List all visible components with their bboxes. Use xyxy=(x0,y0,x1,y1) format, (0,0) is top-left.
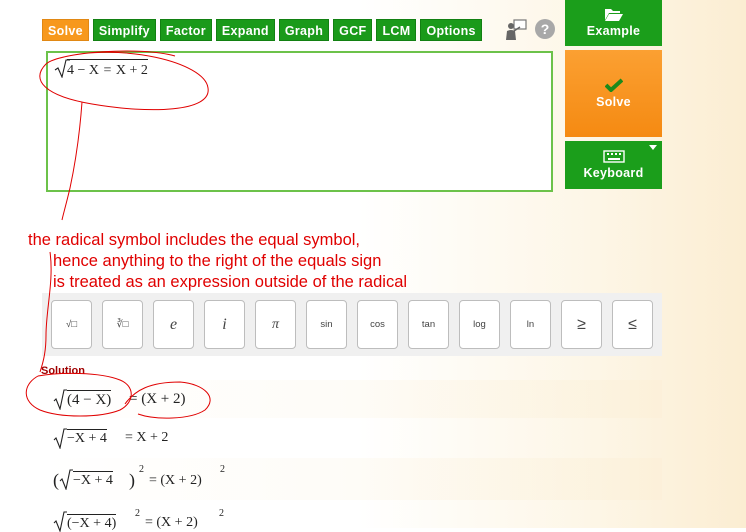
e-key[interactable]: e xyxy=(153,300,194,349)
keyboard-icon xyxy=(602,150,625,163)
annotation-line-3: is treated as an expression outside of t… xyxy=(53,273,408,291)
step2-radicand: −X + 4 xyxy=(67,429,107,446)
lcm-tab[interactable]: LCM xyxy=(376,19,417,41)
editor-rhs: X + 2 xyxy=(115,63,148,78)
equation-input[interactable]: 4 − X = X + 2 xyxy=(46,51,553,192)
sin-key[interactable]: sin xyxy=(306,300,347,349)
expand-tab[interactable]: Expand xyxy=(215,19,275,41)
options-tab[interactable]: Options xyxy=(420,19,482,41)
graph-tab[interactable]: Graph xyxy=(278,19,330,41)
annotation-note: the radical symbol includes the equal sy… xyxy=(28,230,407,293)
checkmark-icon xyxy=(604,78,623,92)
step3-lhs-exponent: 2 xyxy=(139,464,144,475)
radical-sign xyxy=(53,389,67,410)
dropdown-caret-icon[interactable] xyxy=(649,145,657,150)
solve-tab[interactable]: Solve xyxy=(42,19,89,41)
math-keypad: √□ ∛□ e i π sin cos tan log ln ≥ ≤ xyxy=(42,293,662,356)
step3-close-paren: ) xyxy=(129,470,135,490)
lte-key[interactable]: ≤ xyxy=(612,300,653,349)
solution-row-bg xyxy=(42,458,662,500)
keyboard-label: Keyboard xyxy=(583,166,644,180)
ln-key[interactable]: ln xyxy=(510,300,551,349)
radical-sign xyxy=(53,511,67,532)
solution-heading: Solution xyxy=(41,365,85,377)
annotation-line-2: hence anything to the right of the equal… xyxy=(53,252,382,270)
i-key[interactable]: i xyxy=(204,300,245,349)
pi-key[interactable]: π xyxy=(255,300,296,349)
tan-key[interactable]: tan xyxy=(408,300,449,349)
editor-expression: 4 − X = X + 2 xyxy=(67,59,148,79)
cos-key[interactable]: cos xyxy=(357,300,398,349)
keyboard-button[interactable]: Keyboard xyxy=(565,141,662,189)
solve-label: Solve xyxy=(596,95,631,109)
radical-sign xyxy=(53,428,67,449)
step4-rhs-exponent: 2 xyxy=(219,508,224,519)
simplify-tab[interactable]: Simplify xyxy=(92,19,156,41)
step3-rhs: = (X + 2) xyxy=(149,473,202,488)
gte-key[interactable]: ≥ xyxy=(561,300,602,349)
step4-radicand: (−X + 4) xyxy=(67,514,117,531)
teacher-helper-icon[interactable] xyxy=(502,18,528,42)
factor-tab[interactable]: Factor xyxy=(159,19,212,41)
log-key[interactable]: log xyxy=(459,300,500,349)
solve-button[interactable]: Solve xyxy=(565,50,662,137)
radical-sign xyxy=(59,469,73,490)
sqrt-key[interactable]: √□ xyxy=(51,300,92,349)
step4-rhs: = (X + 2) xyxy=(145,515,198,530)
cube-root-key[interactable]: ∛□ xyxy=(102,300,143,349)
step4-inner-exponent: 2 xyxy=(135,508,140,519)
editor-equals: = xyxy=(103,63,112,78)
help-icon[interactable]: ? xyxy=(535,19,555,39)
step3-radicand: −X + 4 xyxy=(73,471,113,488)
toolbar: Solve Simplify Factor Expand Graph GCF L… xyxy=(42,19,482,41)
step1-rhs: = (X + 2) xyxy=(129,391,186,407)
editor-radicand: 4 − X xyxy=(67,63,100,78)
folder-open-icon xyxy=(604,9,623,21)
step3-rhs-exponent: 2 xyxy=(220,464,225,475)
annotation-line-1: the radical symbol includes the equal sy… xyxy=(28,231,361,249)
step2-rhs: = X + 2 xyxy=(125,430,169,445)
example-label: Example xyxy=(586,24,641,38)
gcf-tab[interactable]: GCF xyxy=(333,19,373,41)
step1-radicand: (4 − X) xyxy=(67,390,112,408)
example-button[interactable]: Example xyxy=(565,0,662,46)
